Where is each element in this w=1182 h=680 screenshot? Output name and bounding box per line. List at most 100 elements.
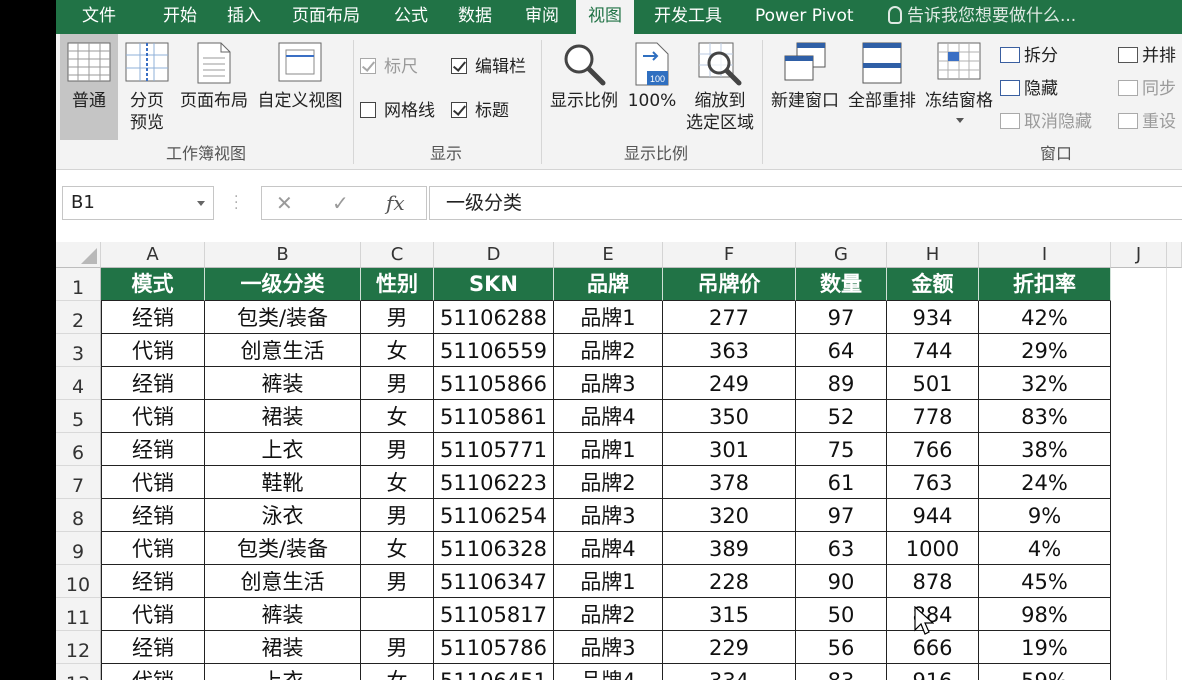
table-cell[interactable]: 51106347 [434, 565, 554, 598]
table-cell[interactable]: 品牌1 [554, 565, 663, 598]
table-cell[interactable]: 42% [979, 301, 1111, 334]
table-cell[interactable]: 经销 [101, 367, 205, 400]
zoom-100-button[interactable]: 100 100% [624, 34, 680, 140]
gridlines-checkbox[interactable]: 网格线 [360, 98, 435, 124]
column-header-4[interactable]: D [434, 242, 554, 268]
table-cell[interactable]: 经销 [101, 499, 205, 532]
table-cell[interactable]: 24% [979, 466, 1111, 499]
table-cell[interactable]: 品牌3 [554, 499, 663, 532]
row-header[interactable]: 3 [56, 334, 101, 367]
row-header[interactable]: 5 [56, 400, 101, 433]
column-header-7[interactable]: G [796, 242, 887, 268]
table-cell[interactable]: 经销 [101, 565, 205, 598]
table-cell[interactable]: 裤装 [205, 367, 361, 400]
table-header-cell[interactable]: SKN [434, 268, 554, 301]
table-cell[interactable]: 249 [663, 367, 796, 400]
row-header[interactable]: 11 [56, 598, 101, 631]
table-cell[interactable]: 38% [979, 433, 1111, 466]
column-header-5[interactable]: E [554, 242, 663, 268]
table-cell[interactable]: 9% [979, 499, 1111, 532]
table-cell[interactable]: 350 [663, 400, 796, 433]
table-cell[interactable]: 334 [663, 664, 796, 680]
table-header-cell[interactable]: 吊牌价 [663, 268, 796, 301]
tab-review[interactable]: 审阅 [525, 0, 559, 34]
table-cell[interactable]: 83% [979, 400, 1111, 433]
table-cell[interactable]: 经销 [101, 631, 205, 664]
table-header-cell[interactable]: 模式 [101, 268, 205, 301]
table-cell[interactable]: 包类/装备 [205, 301, 361, 334]
table-cell[interactable]: 品牌2 [554, 466, 663, 499]
table-cell[interactable]: 上衣 [205, 433, 361, 466]
table-cell[interactable]: 315 [663, 598, 796, 631]
table-cell[interactable]: 98% [979, 598, 1111, 631]
table-cell[interactable]: 64 [796, 334, 887, 367]
column-header-1[interactable]: A [101, 242, 205, 268]
row-header[interactable]: 6 [56, 433, 101, 466]
table-cell[interactable]: 51106451 [434, 664, 554, 680]
table-cell[interactable]: 代销 [101, 664, 205, 680]
table-cell[interactable]: 鞋靴 [205, 466, 361, 499]
normal-view-button[interactable]: 普通 [60, 34, 118, 140]
table-cell[interactable]: 品牌4 [554, 532, 663, 565]
column-header-8[interactable]: H [887, 242, 979, 268]
row-header[interactable]: 8 [56, 499, 101, 532]
table-cell[interactable]: 56 [796, 631, 887, 664]
table-cell[interactable]: 女 [361, 466, 434, 499]
table-cell[interactable]: 代销 [101, 466, 205, 499]
zoom-to-selection-button[interactable]: 缩放到 选定区域 [680, 34, 760, 140]
table-cell[interactable]: 51106559 [434, 334, 554, 367]
table-cell[interactable]: 女 [361, 400, 434, 433]
table-cell[interactable]: 男 [361, 565, 434, 598]
table-cell[interactable]: 89 [796, 367, 887, 400]
table-cell[interactable]: 878 [887, 565, 979, 598]
zoom-button[interactable]: 显示比例 [546, 34, 622, 140]
cancel-icon[interactable]: ✕ [276, 187, 293, 219]
table-cell[interactable]: 45% [979, 565, 1111, 598]
table-cell[interactable]: 男 [361, 301, 434, 334]
table-cell[interactable]: 男 [361, 631, 434, 664]
table-cell[interactable]: 裙装 [205, 400, 361, 433]
table-header-cell[interactable]: 金额 [887, 268, 979, 301]
tab-data[interactable]: 数据 [458, 0, 492, 34]
table-cell[interactable]: 女 [361, 532, 434, 565]
row-header[interactable]: 12 [56, 631, 101, 664]
new-window-button[interactable]: 新建窗口 [766, 34, 844, 140]
table-cell[interactable]: 品牌2 [554, 598, 663, 631]
tab-developer[interactable]: 开发工具 [654, 0, 722, 34]
table-cell[interactable]: 51106254 [434, 499, 554, 532]
table-cell[interactable]: 经销 [101, 433, 205, 466]
tab-home[interactable]: 开始 [163, 0, 197, 34]
row-header[interactable]: 2 [56, 301, 101, 334]
table-cell[interactable]: 代销 [101, 334, 205, 367]
table-cell[interactable]: 51106223 [434, 466, 554, 499]
table-cell[interactable]: 代销 [101, 400, 205, 433]
table-cell[interactable]: 778 [887, 400, 979, 433]
table-cell[interactable]: 包类/装备 [205, 532, 361, 565]
table-cell[interactable]: 61 [796, 466, 887, 499]
table-cell[interactable]: 上衣 [205, 664, 361, 680]
select-all-corner[interactable] [56, 242, 101, 268]
table-cell[interactable]: 63 [796, 532, 887, 565]
table-cell[interactable]: 51105786 [434, 631, 554, 664]
table-cell[interactable]: 916 [887, 664, 979, 680]
table-cell[interactable]: 品牌1 [554, 433, 663, 466]
table-cell[interactable]: 品牌4 [554, 400, 663, 433]
table-cell[interactable]: 51105771 [434, 433, 554, 466]
tab-page-layout[interactable]: 页面布局 [292, 0, 360, 34]
enter-check-icon[interactable]: ✓ [332, 187, 349, 219]
tab-file[interactable]: 文件 [82, 0, 116, 34]
table-cell[interactable]: 创意生活 [205, 334, 361, 367]
row-header[interactable]: 9 [56, 532, 101, 565]
table-cell[interactable]: 裤装 [205, 598, 361, 631]
row-header[interactable]: 1 [56, 268, 101, 301]
table-cell[interactable]: 品牌2 [554, 334, 663, 367]
table-cell[interactable]: 创意生活 [205, 565, 361, 598]
table-cell[interactable]: 363 [663, 334, 796, 367]
tab-insert[interactable]: 插入 [227, 0, 261, 34]
table-cell[interactable]: 代销 [101, 598, 205, 631]
column-header-3[interactable]: C [361, 242, 434, 268]
tab-formulas[interactable]: 公式 [394, 0, 428, 34]
ruler-checkbox[interactable]: 标尺 [360, 54, 418, 80]
table-cell[interactable]: 1000 [887, 532, 979, 565]
headings-checkbox[interactable]: 标题 [451, 98, 509, 124]
